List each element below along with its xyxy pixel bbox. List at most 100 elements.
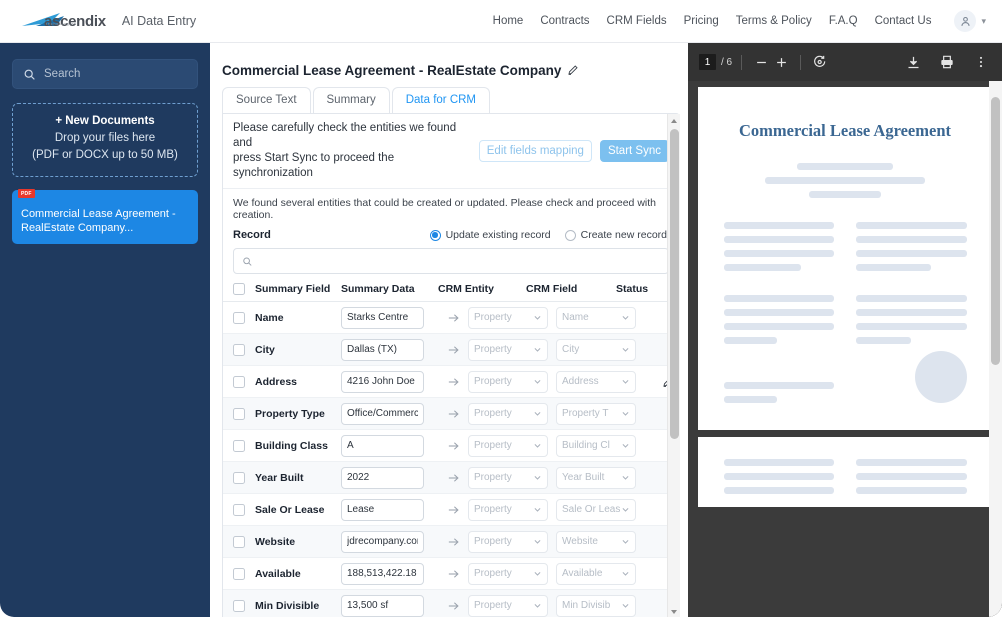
row-checkbox[interactable] bbox=[233, 503, 245, 516]
tab-summary[interactable]: Summary bbox=[312, 87, 390, 113]
crm-field-select[interactable]: Available bbox=[556, 562, 636, 585]
row-checkbox[interactable] bbox=[233, 439, 245, 452]
dropzone-line-3: (PDF or DOCX up to 50 MB) bbox=[32, 149, 178, 161]
search-input[interactable] bbox=[44, 68, 187, 80]
chevron-down-icon: ▾ bbox=[981, 15, 986, 26]
crm-field-select[interactable]: Year Built bbox=[556, 466, 636, 489]
row-select-cell bbox=[233, 503, 255, 516]
summary-data-input[interactable] bbox=[341, 306, 424, 329]
row-checkbox[interactable] bbox=[233, 567, 245, 580]
pdf-column-right bbox=[856, 222, 967, 295]
row-checkbox[interactable] bbox=[233, 599, 245, 612]
crm-field-select[interactable]: Website bbox=[556, 530, 636, 553]
more-options-button[interactable] bbox=[971, 52, 991, 72]
crm-entity-select[interactable]: Property bbox=[468, 498, 548, 521]
table-row: Address Property Address bbox=[223, 366, 679, 398]
edit-fields-mapping-button[interactable]: Edit fields mapping bbox=[478, 140, 592, 162]
summary-data-input[interactable] bbox=[341, 594, 424, 617]
summary-data-input[interactable] bbox=[341, 562, 424, 585]
zoom-in-button[interactable] bbox=[771, 52, 791, 72]
start-sync-button[interactable]: Start Sync bbox=[599, 140, 669, 162]
crm-field-select[interactable]: Address bbox=[556, 370, 636, 393]
crm-field-select[interactable]: Name bbox=[556, 306, 636, 329]
notice-bar: Please carefully check the entities we f… bbox=[223, 114, 679, 189]
crm-entity-value: Property bbox=[474, 472, 512, 483]
download-button[interactable] bbox=[903, 52, 923, 72]
row-checkbox[interactable] bbox=[233, 407, 245, 420]
rotate-button[interactable] bbox=[810, 52, 830, 72]
nav-link-pricing[interactable]: Pricing bbox=[684, 15, 719, 27]
crm-entity-select[interactable]: Property bbox=[468, 466, 548, 489]
record-search[interactable] bbox=[233, 248, 669, 274]
crm-entity-select[interactable]: Property bbox=[468, 594, 548, 617]
pdf-page-input[interactable]: 1 bbox=[699, 54, 716, 70]
nav-link-terms-policy[interactable]: Terms & Policy bbox=[736, 15, 812, 27]
account-menu[interactable]: ▾ bbox=[954, 10, 986, 32]
main-scrollbar[interactable] bbox=[667, 114, 680, 617]
crm-field-select[interactable]: Building Cl bbox=[556, 434, 636, 457]
radio-create-new-record[interactable]: Create new record bbox=[564, 229, 667, 241]
chevron-down-icon bbox=[622, 316, 629, 320]
tab-data-for-crm[interactable]: Data for CRM bbox=[391, 87, 491, 113]
tab-source-text[interactable]: Source Text bbox=[222, 87, 311, 113]
cell-crm-field: Website bbox=[556, 530, 646, 553]
summary-data-input[interactable] bbox=[341, 370, 424, 393]
nav-link-faq[interactable]: F.A.Q bbox=[829, 15, 858, 27]
edit-title-pencil-icon[interactable] bbox=[567, 64, 579, 76]
summary-data-input[interactable] bbox=[341, 338, 424, 361]
crm-entity-select[interactable]: Property bbox=[468, 434, 548, 457]
row-checkbox[interactable] bbox=[233, 535, 245, 548]
summary-data-input[interactable] bbox=[341, 530, 424, 553]
radio-update-existing-record[interactable]: Update existing record bbox=[429, 229, 551, 241]
row-checkbox[interactable] bbox=[233, 375, 245, 388]
crm-field-select[interactable]: Property T bbox=[556, 402, 636, 425]
notice-line-2: press Start Sync to proceed the synchron… bbox=[233, 152, 395, 179]
row-checkbox[interactable] bbox=[233, 343, 245, 356]
column-summary-field: Summary Field bbox=[255, 283, 331, 295]
nav-link-crm-fields[interactable]: CRM Fields bbox=[607, 15, 667, 27]
crm-entity-select[interactable]: Property bbox=[468, 402, 548, 425]
column-crm-entity: CRM Entity bbox=[438, 283, 494, 295]
crm-field-select[interactable]: Sale Or Leas bbox=[556, 498, 636, 521]
crm-entity-select[interactable]: Property bbox=[468, 370, 548, 393]
crm-entity-select[interactable]: Property bbox=[468, 306, 548, 329]
summary-data-input[interactable] bbox=[341, 466, 424, 489]
cell-crm-field: Building Cl bbox=[556, 434, 646, 457]
crm-field-select[interactable]: City bbox=[556, 338, 636, 361]
file-dropzone[interactable]: + New Documents Drop your files here (PD… bbox=[12, 103, 198, 177]
pdf-scrollbar[interactable] bbox=[989, 81, 1002, 617]
print-button[interactable] bbox=[937, 52, 957, 72]
chevron-down-icon bbox=[622, 412, 629, 416]
nav-link-contracts[interactable]: Contracts bbox=[540, 15, 589, 27]
crm-entity-select[interactable]: Property bbox=[468, 562, 548, 585]
pdf-scrollbar-thumb[interactable] bbox=[991, 97, 1000, 365]
crm-field-select[interactable]: Min Divisib bbox=[556, 594, 636, 617]
nav-link-home[interactable]: Home bbox=[493, 15, 524, 27]
record-search-input[interactable] bbox=[259, 255, 660, 267]
crm-entity-value: Property bbox=[474, 408, 512, 419]
crm-field-value: City bbox=[562, 344, 580, 355]
crm-entity-select[interactable]: Property bbox=[468, 338, 548, 361]
mapping-arrow bbox=[438, 567, 468, 581]
sidebar-search[interactable] bbox=[12, 59, 198, 89]
scroll-down-arrow-icon[interactable] bbox=[671, 610, 677, 614]
pdf-scroll-area[interactable]: Commercial Lease Agreement bbox=[688, 81, 1002, 617]
summary-data-input[interactable] bbox=[341, 434, 424, 457]
scrollbar-thumb[interactable] bbox=[670, 129, 679, 439]
crm-entity-select[interactable]: Property bbox=[468, 530, 548, 553]
summary-data-input[interactable] bbox=[341, 402, 424, 425]
download-icon bbox=[908, 56, 918, 68]
document-list-item[interactable]: PDF Commercial Lease Agreement - RealEst… bbox=[12, 189, 198, 244]
cell-summary-field: Sale Or Lease bbox=[255, 503, 325, 516]
summary-data-input[interactable] bbox=[341, 498, 424, 521]
crm-field-value: Min Divisib bbox=[562, 600, 611, 611]
brand-logo[interactable]: ascendix technologies AI Data Entry bbox=[20, 10, 196, 32]
nav-link-contact-us[interactable]: Contact Us bbox=[875, 15, 932, 27]
row-select-cell bbox=[233, 439, 255, 452]
select-all-checkbox[interactable] bbox=[233, 283, 245, 295]
zoom-out-button[interactable] bbox=[751, 52, 771, 72]
scroll-up-arrow-icon[interactable] bbox=[671, 119, 677, 123]
column-crm-field: CRM Field bbox=[526, 283, 578, 295]
row-checkbox[interactable] bbox=[233, 311, 245, 324]
row-checkbox[interactable] bbox=[233, 471, 245, 484]
